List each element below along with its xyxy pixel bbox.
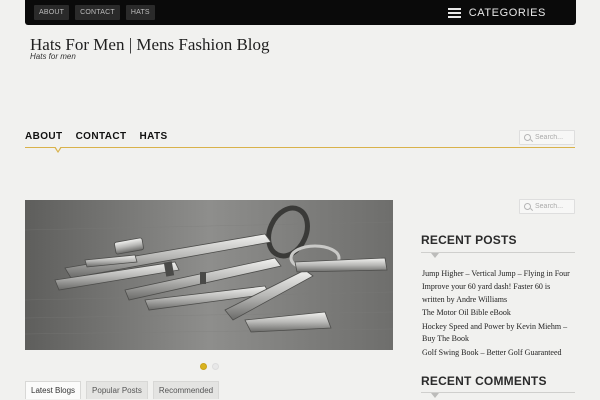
nav-active-pointer-icon: [54, 146, 62, 153]
main-nav: ABOUT CONTACT HATS: [25, 131, 168, 142]
tab-latest-blogs[interactable]: Latest Blogs: [25, 381, 82, 399]
content-tabs: Latest Blogs Popular Posts Recommended: [25, 381, 220, 399]
slider-dot-1[interactable]: [200, 363, 207, 370]
nav-divider: [25, 147, 575, 148]
header-search-box[interactable]: [519, 130, 575, 145]
top-nav: ABOUT CONTACT HATS: [34, 5, 155, 20]
featured-slider[interactable]: [25, 200, 393, 350]
categories-menu-button[interactable]: CATEGORIES: [447, 4, 546, 21]
search-icon: [524, 203, 531, 210]
main-nav-about[interactable]: ABOUT: [25, 131, 63, 142]
main-nav-contact[interactable]: CONTACT: [76, 131, 127, 142]
top-bar: ABOUT CONTACT HATS CATEGORIES: [25, 0, 576, 25]
recent-posts-divider: [421, 252, 575, 253]
widget-pointer-icon: [431, 253, 439, 258]
header-search-input[interactable]: [535, 134, 573, 141]
recent-comments-divider: [421, 392, 575, 393]
sidebar-search-box[interactable]: [519, 199, 575, 214]
categories-label: CATEGORIES: [468, 6, 546, 19]
tab-popular-posts[interactable]: Popular Posts: [86, 381, 148, 399]
recent-post-link[interactable]: The Motor Oil Bible eBook: [422, 307, 574, 320]
top-nav-contact[interactable]: CONTACT: [75, 5, 120, 20]
site-tagline: Hats for men: [30, 52, 76, 61]
recent-post-link[interactable]: Jump Higher – Vertical Jump – Flying in …: [422, 268, 574, 281]
slider-dot-2[interactable]: [212, 363, 219, 370]
recent-comments-title: RECENT COMMENTS: [421, 374, 547, 388]
top-nav-hats[interactable]: HATS: [125, 5, 155, 20]
widget-pointer-icon: [431, 393, 439, 398]
sidebar-search-input[interactable]: [535, 203, 573, 210]
recent-posts-title: RECENT POSTS: [421, 233, 517, 247]
recent-posts-list: Jump Higher – Vertical Jump – Flying in …: [422, 268, 574, 360]
slider-pagination: [200, 363, 219, 370]
main-nav-hats[interactable]: HATS: [140, 131, 168, 142]
tab-recommended[interactable]: Recommended: [152, 381, 220, 399]
top-nav-about[interactable]: ABOUT: [34, 5, 70, 20]
hamburger-icon: [447, 7, 461, 18]
keys-photo: [25, 200, 393, 350]
search-icon: [524, 134, 531, 141]
recent-post-link[interactable]: Golf Swing Book – Better Golf Guaranteed: [422, 347, 574, 360]
recent-post-link[interactable]: Improve your 60 yard dash! Faster 60 is …: [422, 281, 574, 306]
recent-post-link[interactable]: Hockey Speed and Power by Kevin Miehm – …: [422, 321, 574, 346]
